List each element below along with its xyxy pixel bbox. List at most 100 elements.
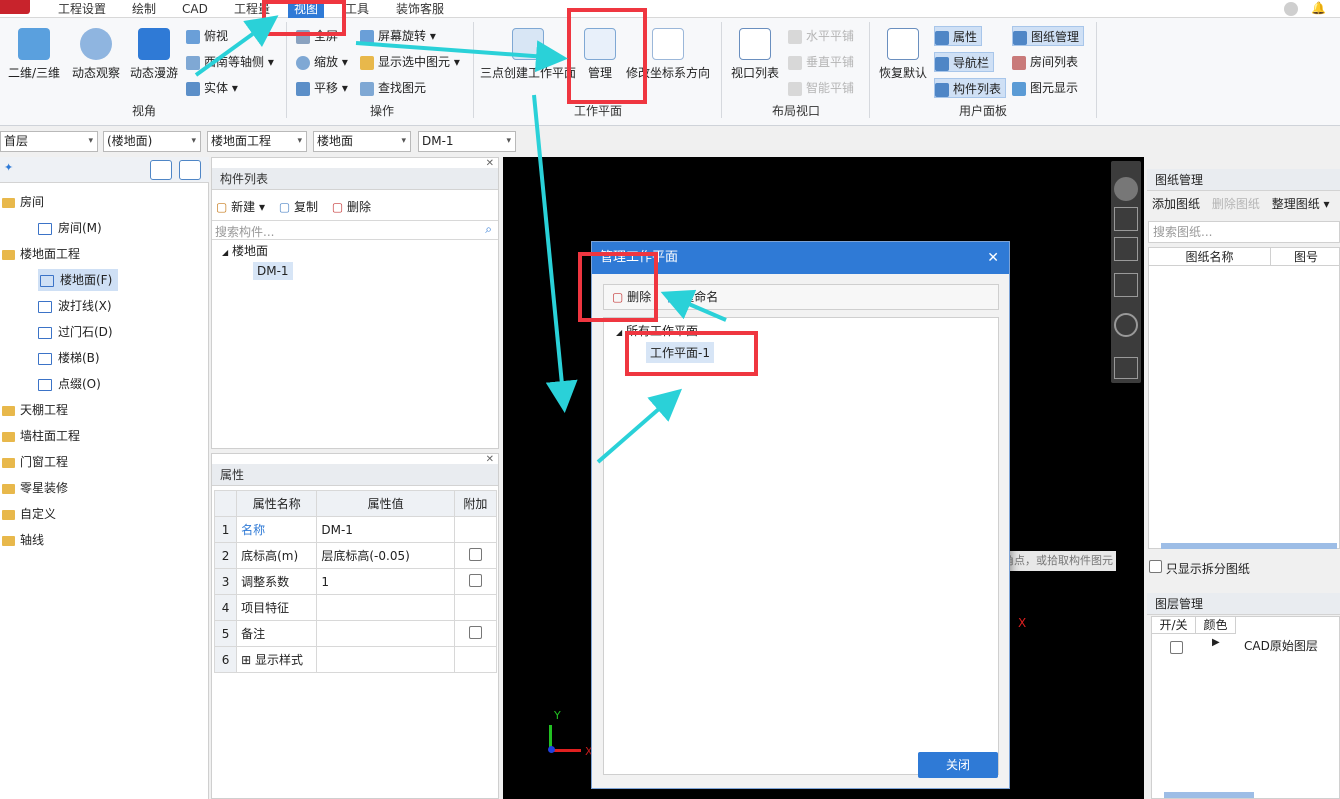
component-tree-root[interactable]: ◢ 楼地面: [222, 242, 268, 259]
only-split-checkbox[interactable]: [1149, 560, 1162, 573]
screen-rotate-button[interactable]: 屏幕旋转 ▾: [360, 26, 436, 46]
new-button[interactable]: ▢ 新建 ▾: [216, 200, 265, 214]
property-value[interactable]: 层底标高(-0.05): [316, 542, 455, 569]
user-avatar-icon[interactable]: [1284, 2, 1298, 16]
close-icon[interactable]: ✕: [486, 454, 494, 465]
manage-workplane-button[interactable]: 管理: [580, 28, 620, 81]
attach-checkbox[interactable]: [468, 547, 482, 561]
tree-item[interactable]: 过门石(D): [38, 321, 113, 343]
tree-item[interactable]: 点缀(O): [38, 373, 101, 395]
fullscreen-button[interactable]: 全屏: [296, 26, 338, 46]
pan-button[interactable]: 平移 ▾: [296, 78, 348, 98]
property-value[interactable]: 1: [316, 568, 455, 595]
close-icon[interactable]: ✕: [486, 158, 494, 169]
element-display-toggle[interactable]: 图元显示: [1012, 78, 1078, 98]
tree-folder[interactable]: 自定义: [2, 503, 56, 525]
tree-item[interactable]: 楼地面(F): [38, 269, 119, 291]
orbit-globe-icon[interactable]: [1114, 177, 1138, 201]
drawing-manage-toggle[interactable]: 图纸管理: [1012, 26, 1085, 46]
property-row[interactable]: 4 项目特征: [213, 594, 498, 621]
menu-tools[interactable]: 工具: [345, 0, 369, 18]
menu-view[interactable]: 视图: [288, 0, 325, 18]
app-logo[interactable]: [0, 0, 30, 14]
workplane-item[interactable]: 工作平面-1: [646, 342, 714, 363]
h-scrollbar[interactable]: [1164, 792, 1254, 798]
view-box-icon[interactable]: [1114, 237, 1138, 261]
search-icon[interactable]: ⌕: [485, 222, 492, 237]
tree-folder[interactable]: 墙柱面工程: [2, 425, 80, 447]
viewport-list-button[interactable]: 视口列表: [728, 28, 782, 81]
menu-project-settings[interactable]: 工程设置: [58, 0, 106, 18]
drawing-search-input[interactable]: 搜索图纸...: [1148, 221, 1340, 243]
floor-select[interactable]: 首层: [0, 131, 98, 152]
menu-quantity[interactable]: 工程量: [234, 0, 270, 18]
tree-folder[interactable]: 楼地面工程: [2, 243, 80, 265]
menu-decoration-service[interactable]: 装饰客服: [396, 0, 444, 18]
tile-vertical-button[interactable]: 垂直平铺: [788, 52, 854, 72]
grid-toggle-icon[interactable]: [1114, 357, 1138, 379]
component-search[interactable]: 搜索构件... ⌕: [212, 220, 498, 240]
layer-toggle-checkbox[interactable]: [1170, 641, 1183, 657]
property-row[interactable]: 3 调整系数 1: [213, 568, 498, 595]
component-search-input[interactable]: 搜索构件...: [215, 223, 274, 240]
menu-draw[interactable]: 绘制: [132, 0, 156, 18]
add-star-icon[interactable]: ✦: [4, 161, 13, 174]
organize-drawing-button[interactable]: 整理图纸: [1272, 197, 1320, 211]
tree-folder[interactable]: 天棚工程: [2, 399, 68, 421]
modify-axis-direction-button[interactable]: 修改坐标系方向: [624, 28, 712, 81]
tile-horizontal-button[interactable]: 水平平铺: [788, 26, 854, 46]
property-value[interactable]: [316, 646, 455, 673]
expand-plus-icon[interactable]: ⊞: [241, 653, 255, 667]
2d-3d-button[interactable]: 二维/三维: [6, 28, 62, 81]
component-tree-item[interactable]: DM-1: [253, 262, 293, 280]
view-3d-alt-icon[interactable]: [1114, 273, 1138, 297]
component-list-toggle[interactable]: 构件列表: [934, 78, 1007, 98]
add-drawing-button[interactable]: 添加图纸: [1152, 197, 1200, 211]
subcategory-select[interactable]: 楼地面: [313, 131, 411, 152]
find-element-button[interactable]: 查找图元: [360, 78, 426, 98]
view-3d-icon[interactable]: [1114, 207, 1138, 231]
tree-folder[interactable]: 轴线: [2, 529, 44, 551]
tree-item[interactable]: 房间(M): [38, 217, 102, 239]
rotate-icon[interactable]: [1114, 313, 1138, 337]
solid-button[interactable]: 实体 ▾: [186, 78, 238, 98]
property-value[interactable]: [316, 594, 455, 621]
tree-item[interactable]: 楼梯(B): [38, 347, 100, 369]
workplane-root[interactable]: ◢ 所有工作平面: [616, 322, 698, 339]
list-view-icon[interactable]: [150, 160, 172, 180]
tree-folder[interactable]: 零星装修: [2, 477, 68, 499]
property-value[interactable]: DM-1: [316, 516, 455, 543]
attach-checkbox[interactable]: [468, 625, 482, 639]
dynamic-roam-button[interactable]: 动态漫游: [126, 28, 182, 81]
room-list-toggle[interactable]: 房间列表: [1012, 52, 1078, 72]
property-row[interactable]: 2 底标高(m) 层底标高(-0.05): [213, 542, 498, 569]
top-view-button[interactable]: 俯视: [186, 26, 228, 46]
delete-drawing-button[interactable]: 删除图纸: [1212, 197, 1260, 211]
show-selected-button[interactable]: 显示选中图元 ▾: [360, 52, 460, 72]
expand-arrow-icon[interactable]: ◢: [222, 248, 228, 257]
menu-cad[interactable]: CAD: [182, 0, 208, 18]
close-icon[interactable]: ✕: [987, 242, 999, 274]
tree-item[interactable]: 波打线(X): [38, 295, 112, 317]
property-row[interactable]: 5 备注: [213, 620, 498, 647]
dialog-close-button[interactable]: 关闭: [918, 752, 998, 778]
card-view-icon[interactable]: [179, 160, 201, 180]
tree-folder[interactable]: 房间: [2, 191, 44, 213]
expand-arrow-icon[interactable]: ▶: [1212, 637, 1220, 648]
dynamic-observe-button[interactable]: 动态观察: [68, 28, 124, 81]
sw-iso-button[interactable]: 西南等轴侧 ▾: [186, 52, 274, 72]
category-select[interactable]: 楼地面工程: [207, 131, 307, 152]
type-select[interactable]: (楼地面): [103, 131, 201, 152]
restore-default-button[interactable]: 恢复默认: [876, 28, 930, 81]
dialog-rename-button[interactable]: ▦ 重命名: [667, 290, 718, 304]
navigation-toggle[interactable]: 导航栏: [934, 52, 995, 72]
three-point-workplane-button[interactable]: 三点创建工作平面: [478, 28, 578, 81]
property-row[interactable]: 1 名称 DM-1: [213, 516, 498, 543]
property-value[interactable]: [316, 620, 455, 647]
copy-button[interactable]: ▢ 复制: [279, 200, 318, 214]
only-split-option[interactable]: 只显示拆分图纸: [1149, 560, 1250, 577]
bell-icon[interactable]: 🔔: [1311, 1, 1326, 15]
expand-arrow-icon[interactable]: ◢: [616, 328, 622, 337]
zoom-button[interactable]: 缩放 ▾: [296, 52, 348, 72]
delete-button[interactable]: ▢ 删除: [332, 200, 371, 214]
